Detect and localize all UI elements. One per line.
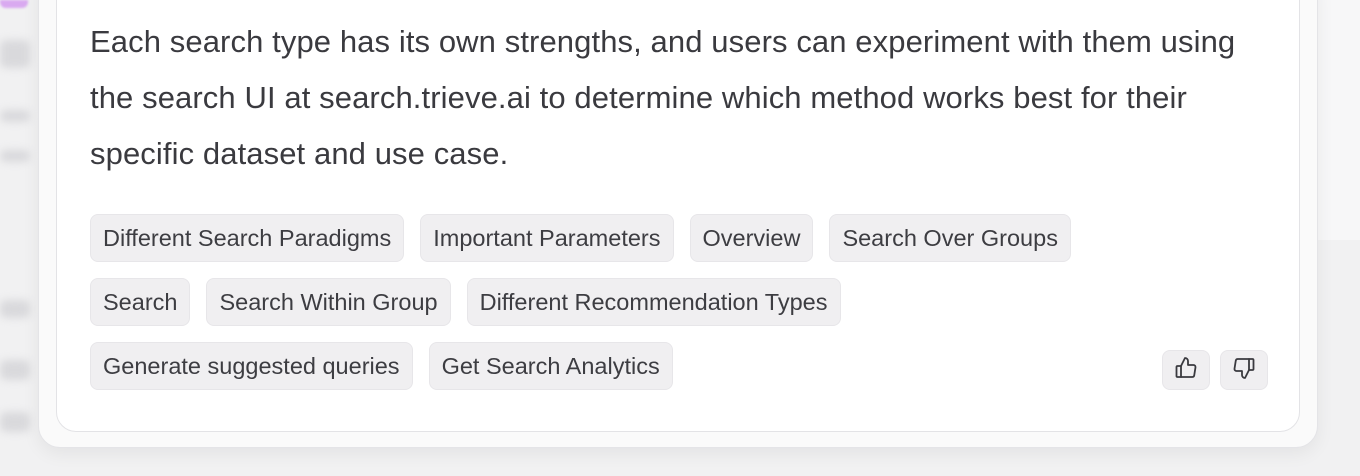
background-accent — [0, 0, 28, 8]
feedback-buttons — [1162, 350, 1268, 390]
background-blur-text — [0, 150, 30, 162]
background-blur-text — [0, 110, 30, 122]
source-tag-row: Different Search Paradigms Important Par… — [90, 214, 1150, 262]
source-tag[interactable]: Different Search Paradigms — [90, 214, 405, 262]
background-blur-text — [0, 360, 30, 380]
background-blur-text — [0, 40, 30, 68]
source-tag[interactable]: Important Parameters — [420, 214, 674, 262]
source-tag[interactable]: Different Recommendation Types — [466, 278, 841, 326]
thumbs-down-icon — [1232, 356, 1256, 385]
source-tag[interactable]: Search — [90, 278, 191, 326]
background-blur-text — [0, 300, 30, 318]
source-tag[interactable]: Overview — [689, 214, 814, 262]
thumbs-down-button[interactable] — [1220, 350, 1268, 390]
source-tag[interactable]: Search Over Groups — [829, 214, 1071, 262]
background-blur-text — [0, 412, 30, 432]
source-tag-row: Generate suggested queries Get Search An… — [90, 342, 1150, 390]
source-tags: Different Search Paradigms Important Par… — [90, 214, 1150, 406]
source-tag-row: Search Search Within Group Different Rec… — [90, 278, 1150, 326]
source-tag[interactable]: Get Search Analytics — [428, 342, 673, 390]
answer-text: Each search type has its own strengths, … — [90, 24, 1236, 171]
thumbs-up-icon — [1174, 356, 1198, 385]
source-tag[interactable]: Generate suggested queries — [90, 342, 413, 390]
source-tag[interactable]: Search Within Group — [206, 278, 451, 326]
thumbs-up-button[interactable] — [1162, 350, 1210, 390]
